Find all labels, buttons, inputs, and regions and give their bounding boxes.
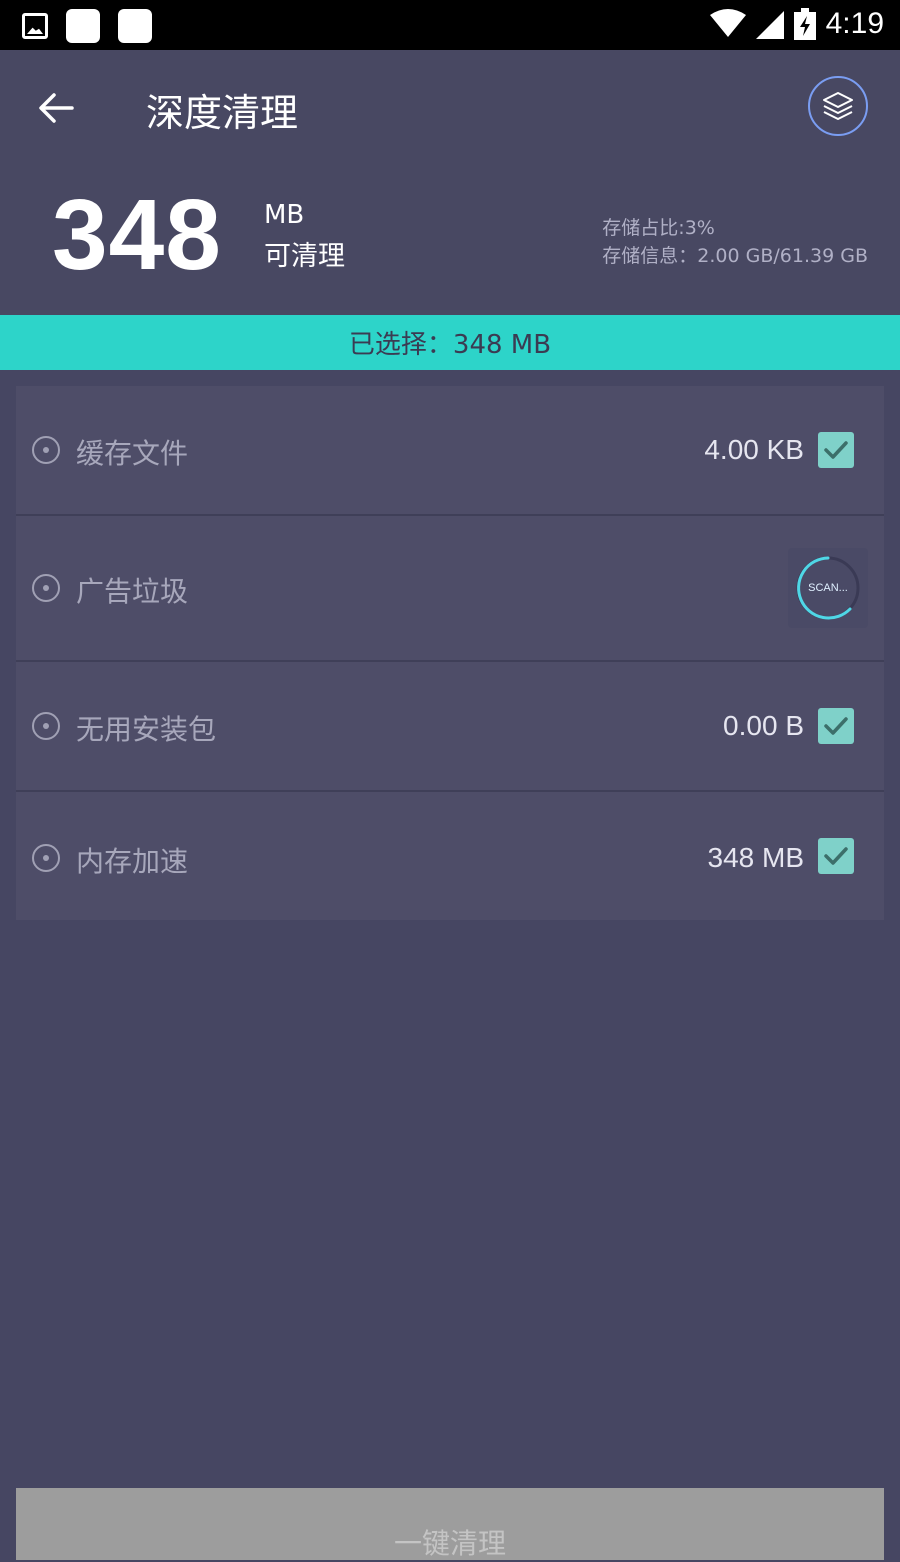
- checkbox-checked-icon[interactable]: [818, 708, 854, 744]
- list-item-ad-junk[interactable]: 广告垃圾 SCAN...: [16, 516, 884, 662]
- item-label: 广告垃圾: [76, 575, 189, 608]
- image-icon: [22, 13, 48, 39]
- list-item-useless-apks[interactable]: 无用安装包 0.00 B: [16, 662, 884, 792]
- storage-info: 存储信息：2.00 GB/61.39 GB: [602, 245, 868, 267]
- system-icons: 4:19: [709, 7, 884, 41]
- notification-icon: [118, 9, 152, 43]
- page-title: 深度清理: [146, 91, 299, 135]
- battery-charging-icon: [793, 8, 816, 40]
- amount-unit: MB: [264, 200, 305, 230]
- radio-dot-icon: [32, 712, 60, 740]
- layers-button[interactable]: [808, 76, 868, 136]
- cleanable-amount: 348: [52, 179, 222, 291]
- list-item-memory-boost[interactable]: 内存加速 348 MB: [16, 792, 884, 920]
- storage-ratio: 存储占比:3%: [602, 217, 715, 239]
- item-size: 4.00 KB: [704, 434, 804, 465]
- radio-dot-icon: [32, 844, 60, 872]
- storage-info-block: 存储占比:3% 存储信息：2.00 GB/61.39 GB: [602, 214, 868, 270]
- scan-spinner-icon: SCAN...: [788, 548, 868, 628]
- item-label: 无用安装包: [76, 713, 217, 746]
- item-label: 内存加速: [76, 845, 189, 878]
- list-item-cache-files[interactable]: 缓存文件 4.00 KB: [16, 386, 884, 516]
- selected-summary-bar: 已选择：348 MB: [0, 315, 900, 370]
- one-click-clean-button[interactable]: 一键清理: [16, 1488, 884, 1560]
- checkbox-checked-icon[interactable]: [818, 838, 854, 874]
- status-bar: 4:19: [0, 0, 900, 50]
- cleanable-label: 可清理: [264, 241, 345, 272]
- layers-icon: [823, 92, 853, 120]
- radio-dot-icon: [32, 574, 60, 602]
- scan-status: SCAN...: [808, 582, 848, 594]
- signal-icon: [755, 11, 784, 39]
- notification-icon: [66, 9, 100, 43]
- junk-category-list: 缓存文件 4.00 KB 广告垃圾 SCAN... 无用安装包 0.00 B 内…: [16, 386, 884, 920]
- item-size: 0.00 B: [723, 710, 804, 741]
- header: 深度清理 348 MB 可清理 存储占比:3% 存储信息：2.00 GB/61.…: [0, 50, 900, 315]
- item-label: 缓存文件: [76, 437, 189, 470]
- checkbox-checked-icon[interactable]: [818, 432, 854, 468]
- radio-dot-icon: [32, 436, 60, 464]
- notification-icons: [22, 9, 152, 43]
- clock: 4:19: [825, 7, 884, 40]
- item-size: 348 MB: [707, 842, 805, 873]
- back-arrow-icon[interactable]: [34, 86, 78, 130]
- wifi-icon: [709, 9, 746, 37]
